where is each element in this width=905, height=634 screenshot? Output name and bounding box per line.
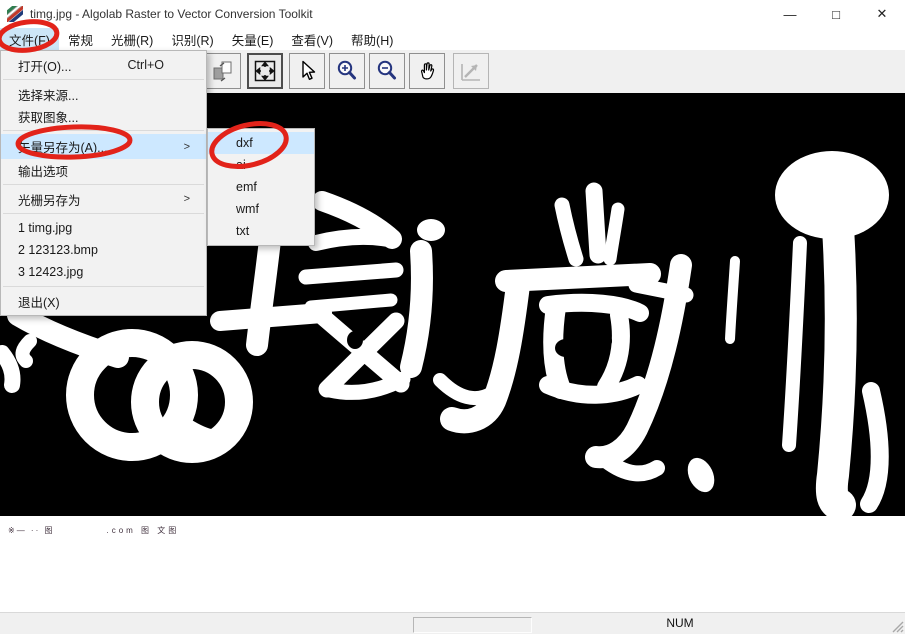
menu-raster[interactable]: 光栅(R) (102, 28, 162, 50)
zoom-out-button[interactable] (369, 53, 405, 89)
menu-help[interactable]: 帮助(H) (342, 28, 402, 50)
menu-recognize[interactable]: 识别(R) (162, 28, 222, 50)
menu-item-open-shortcut: Ctrl+O (128, 58, 164, 72)
statusbar: NUM (0, 612, 905, 634)
submenu-item-emf[interactable]: emf (208, 176, 314, 198)
cursor-icon (294, 58, 320, 84)
maximize-button[interactable]: □ (813, 0, 859, 28)
window-titlebar: timg.jpg - Algolab Raster to Vector Conv… (0, 0, 905, 28)
submenu-arrow-icon: > (184, 193, 190, 205)
menu-item-output-options-label: 输出选项 (18, 161, 68, 180)
resize-grip-icon[interactable] (890, 619, 904, 633)
zoom-in-button[interactable] (329, 53, 365, 89)
menu-item-exit-label: 退出(X) (18, 292, 60, 311)
menu-item-save-raster-as[interactable]: 光栅另存为 > (1, 188, 206, 210)
menu-item-open[interactable]: 打开(O)... Ctrl+O (1, 54, 206, 76)
menu-item-recent-1[interactable]: 1 timg.jpg (1, 217, 206, 239)
zoom-out-icon (374, 58, 400, 84)
menu-item-select-source[interactable]: 选择来源... (1, 83, 206, 105)
menu-item-acquire-image-label: 获取图象... (18, 107, 78, 126)
submenu-item-wmf-label: wmf (236, 202, 259, 216)
menu-separator (3, 130, 204, 131)
recent-file-label: 1 timg.jpg (18, 221, 72, 235)
fit-window-button[interactable] (247, 53, 283, 89)
menu-item-save-vector-as[interactable]: 矢量另存为(A)... > (1, 134, 206, 159)
minimize-button[interactable]: — (767, 0, 813, 28)
fit-window-icon (252, 58, 278, 84)
hand-icon (414, 58, 440, 84)
close-button[interactable]: ✕ (859, 0, 905, 28)
select-tool-button[interactable] (289, 53, 325, 89)
menu-item-exit[interactable]: 退出(X) (1, 290, 206, 312)
convert-icon (210, 58, 236, 84)
menu-separator (3, 79, 204, 80)
menu-item-recent-3[interactable]: 3 12423.jpg (1, 261, 206, 283)
menu-separator (3, 286, 204, 287)
watermark-left-marks: ※— ·· 图 (8, 525, 54, 536)
vector-format-submenu: dxf ai emf wmf txt (207, 128, 315, 246)
menubar: 文件(F) 常规 光栅(R) 识别(R) 矢量(E) 查看(V) 帮助(H) (0, 28, 905, 50)
window-title: timg.jpg - Algolab Raster to Vector Conv… (30, 7, 313, 21)
menu-item-save-raster-as-label: 光栅另存为 (18, 190, 81, 209)
pan-tool-button[interactable] (409, 53, 445, 89)
menu-file[interactable]: 文件(F) (0, 28, 59, 50)
convert-button[interactable] (205, 53, 241, 89)
recent-file-label: 3 12423.jpg (18, 265, 83, 279)
menu-vector[interactable]: 矢量(E) (223, 28, 283, 50)
submenu-item-ai[interactable]: ai (208, 154, 314, 176)
submenu-item-wmf[interactable]: wmf (208, 198, 314, 220)
num-indicator: NUM (645, 616, 715, 630)
submenu-item-ai-label: ai (236, 158, 246, 172)
submenu-arrow-icon: > (184, 141, 190, 153)
menu-separator (3, 213, 204, 214)
recent-file-label: 2 123123.bmp (18, 243, 98, 257)
app-icon (7, 6, 23, 22)
submenu-item-txt-label: txt (236, 224, 249, 238)
menu-item-select-source-label: 选择来源... (18, 85, 78, 104)
file-menu: 打开(O)... Ctrl+O 选择来源... 获取图象... 矢量另存为(A)… (0, 50, 207, 316)
watermark-right-marks: .com 图 文图 (106, 525, 179, 536)
zoom-in-icon (334, 58, 360, 84)
app-window: timg.jpg - Algolab Raster to Vector Conv… (0, 0, 905, 634)
menu-item-open-label: 打开(O)... (18, 56, 71, 75)
menu-item-save-vector-as-label: 矢量另存为(A)... (18, 137, 108, 156)
watermark: ※— ·· 图 .com 图 文图 (0, 516, 905, 544)
menu-view[interactable]: 查看(V) (282, 28, 342, 50)
submenu-item-emf-label: emf (236, 180, 257, 194)
menu-general[interactable]: 常规 (59, 28, 102, 50)
menu-item-acquire-image[interactable]: 获取图象... (1, 105, 206, 127)
measure-tool-button (453, 53, 489, 89)
menu-item-recent-2[interactable]: 2 123123.bmp (1, 239, 206, 261)
submenu-item-dxf-label: dxf (236, 136, 253, 150)
measure-arrow-icon (458, 58, 484, 84)
menu-item-output-options[interactable]: 输出选项 (1, 159, 206, 181)
submenu-item-dxf[interactable]: dxf (208, 132, 314, 154)
status-panel (413, 617, 532, 633)
submenu-item-txt[interactable]: txt (208, 220, 314, 242)
window-controls: — □ ✕ (767, 0, 905, 28)
menu-separator (3, 184, 204, 185)
